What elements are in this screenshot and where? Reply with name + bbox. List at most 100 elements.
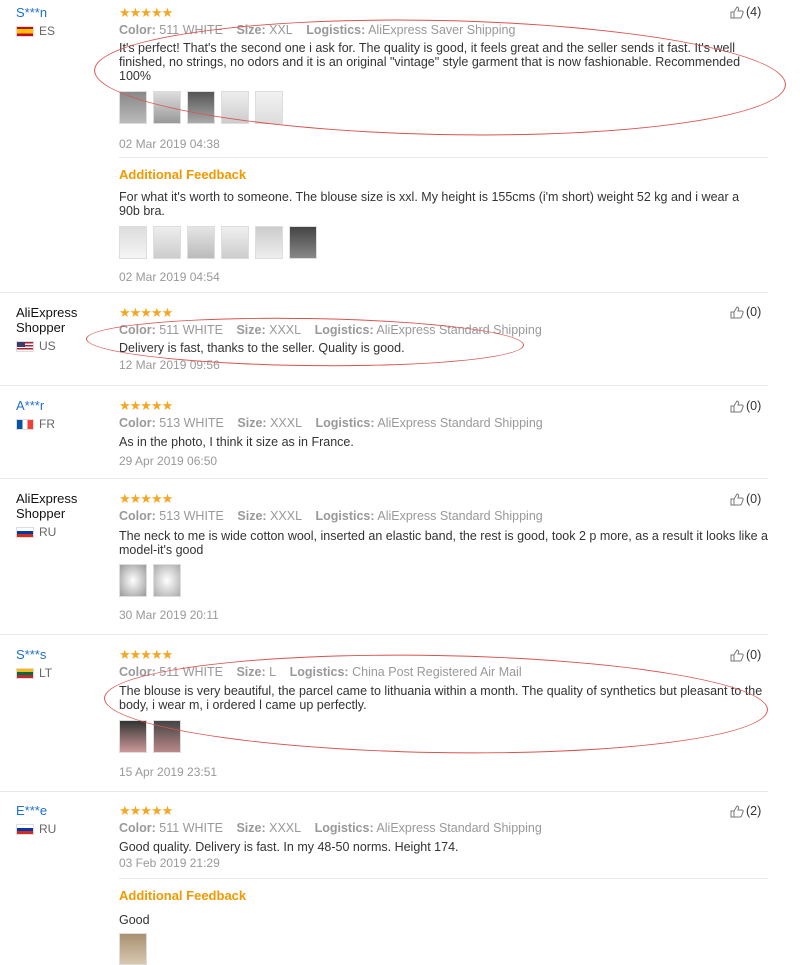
logistics-value: AliExpress Standard Shipping xyxy=(376,821,542,835)
color-label: Color: xyxy=(119,665,156,679)
additional-feedback-label: Additional Feedback xyxy=(119,167,247,182)
review-photo[interactable] xyxy=(119,564,147,597)
reviewer-country: US xyxy=(16,339,91,354)
review-text: It's perfect! That's the second one i as… xyxy=(119,41,741,83)
review-photos xyxy=(119,720,181,753)
additional-feedback-label: Additional Feedback xyxy=(119,888,247,903)
thumbs-up-icon xyxy=(730,5,744,18)
reviewer-name: AliExpress Shopper xyxy=(16,305,78,335)
review-meta: Color: 511 WHITE Size: L Logistics: Chin… xyxy=(119,665,769,680)
review-photo[interactable] xyxy=(119,226,147,259)
reviewer-info: AliExpress Shopper US xyxy=(16,305,91,354)
size-value: XXL xyxy=(269,23,293,37)
review-text: As in the photo, I think it size as in F… xyxy=(119,435,354,449)
helpful-button[interactable]: (0) xyxy=(730,399,761,413)
size-label: Size: xyxy=(236,821,266,835)
flag-fr-icon xyxy=(16,419,34,430)
flag-lt-icon xyxy=(16,668,34,679)
reviewer-info: AliExpress Shopper RU xyxy=(16,491,91,540)
helpful-count: (4) xyxy=(746,5,762,19)
color-value: 511 WHITE xyxy=(159,665,223,679)
review-content: ★★★★★ Color: 511 WHITE Size: XXXL Logist… xyxy=(119,306,769,372)
logistics-label: Logistics: xyxy=(314,323,374,337)
reviewer-country: RU xyxy=(16,525,91,540)
helpful-count: (0) xyxy=(746,648,762,662)
thumbs-up-icon xyxy=(730,648,744,661)
helpful-button[interactable]: (0) xyxy=(730,492,761,506)
reviewer-name[interactable]: E***e xyxy=(16,803,56,818)
review-date: 03 Feb 2019 21:29 xyxy=(119,856,220,870)
reviewer-info: E***e RU xyxy=(16,803,56,837)
logistics-label: Logistics: xyxy=(306,23,366,37)
reviewer-name[interactable]: S***s xyxy=(16,647,52,662)
flag-ru-icon xyxy=(16,527,34,538)
review-meta: Color: 511 WHITE Size: XXL Logistics: Al… xyxy=(119,23,769,38)
review-photo[interactable] xyxy=(187,226,215,259)
helpful-button[interactable]: (4) xyxy=(730,5,761,19)
reviewer-country: FR xyxy=(16,417,55,432)
color-label: Color: xyxy=(119,323,156,337)
review-photo[interactable] xyxy=(119,91,147,124)
helpful-button[interactable]: (2) xyxy=(730,804,761,818)
logistics-value: China Post Registered Air Mail xyxy=(352,665,522,679)
reviewer-name[interactable]: A***r xyxy=(16,398,55,413)
review-photo[interactable] xyxy=(221,91,249,124)
review-meta: Color: 511 WHITE Size: XXXL Logistics: A… xyxy=(119,821,769,836)
country-code: RU xyxy=(39,822,57,836)
size-value: L xyxy=(269,665,277,679)
review-photo[interactable] xyxy=(221,226,249,259)
review-date: 30 Mar 2019 20:11 xyxy=(119,608,219,622)
country-code: US xyxy=(39,339,56,353)
review-date: 15 Apr 2019 23:51 xyxy=(119,765,218,779)
review-meta: Color: 513 WHITE Size: XXXL Logistics: A… xyxy=(119,509,769,524)
reviewer-name: AliExpress Shopper xyxy=(16,491,78,521)
flag-us-icon xyxy=(16,341,34,352)
review-photo[interactable] xyxy=(187,91,215,124)
reviewer-country: ES xyxy=(16,24,55,39)
review-photo[interactable] xyxy=(153,91,181,124)
thumbs-up-icon xyxy=(730,804,744,817)
review-content: ★★★★★ Color: 511 WHITE Size: L Logistics… xyxy=(119,648,769,712)
review-photos xyxy=(119,564,181,597)
helpful-button[interactable]: (0) xyxy=(730,305,761,319)
country-code: FR xyxy=(39,417,55,431)
color-label: Color: xyxy=(119,821,156,835)
helpful-count: (0) xyxy=(746,305,762,319)
logistics-value: AliExpress Standard Shipping xyxy=(377,416,543,430)
review-meta: Color: 513 WHITE Size: XXXL Logistics: A… xyxy=(119,416,769,431)
review-divider xyxy=(0,292,768,293)
logistics-value: AliExpress Standard Shipping xyxy=(376,323,542,337)
reviewer-country: LT xyxy=(16,666,52,681)
review-photo[interactable] xyxy=(255,91,283,124)
review-text: Good quality. Delivery is fast. In my 48… xyxy=(119,840,459,854)
review-content: ★★★★★ Color: 513 WHITE Size: XXXL Logist… xyxy=(119,492,769,557)
helpful-count: (0) xyxy=(746,399,762,413)
review-photo[interactable] xyxy=(153,226,181,259)
size-label: Size: xyxy=(237,509,267,523)
review-text: Delivery is fast, thanks to the seller. … xyxy=(119,341,405,355)
reviewer-info: A***r FR xyxy=(16,398,55,432)
review-content: ★★★★★ Color: 513 WHITE Size: XXXL Logist… xyxy=(119,399,769,468)
review-divider xyxy=(0,791,768,792)
review-meta: Color: 511 WHITE Size: XXXL Logistics: A… xyxy=(119,323,769,338)
review-photo[interactable] xyxy=(289,226,317,259)
helpful-button[interactable]: (0) xyxy=(730,648,761,662)
rating-stars: ★★★★★ xyxy=(119,491,173,506)
logistics-label: Logistics: xyxy=(289,665,349,679)
review-photo[interactable] xyxy=(153,564,181,597)
rating-stars: ★★★★★ xyxy=(119,803,173,818)
review-photo[interactable] xyxy=(255,226,283,259)
size-value: XXXL xyxy=(270,416,303,430)
additional-photos xyxy=(119,226,317,259)
size-value: XXXL xyxy=(269,821,302,835)
reviewer-name[interactable]: S***n xyxy=(16,5,55,20)
color-value: 511 WHITE xyxy=(159,821,223,835)
review-photo[interactable] xyxy=(153,720,181,753)
color-label: Color: xyxy=(119,509,156,523)
rating-stars: ★★★★★ xyxy=(119,647,173,662)
review-photo[interactable] xyxy=(119,933,147,965)
review-photo[interactable] xyxy=(119,720,147,753)
review-divider xyxy=(0,478,768,479)
country-code: RU xyxy=(39,525,57,539)
divider xyxy=(119,157,768,158)
